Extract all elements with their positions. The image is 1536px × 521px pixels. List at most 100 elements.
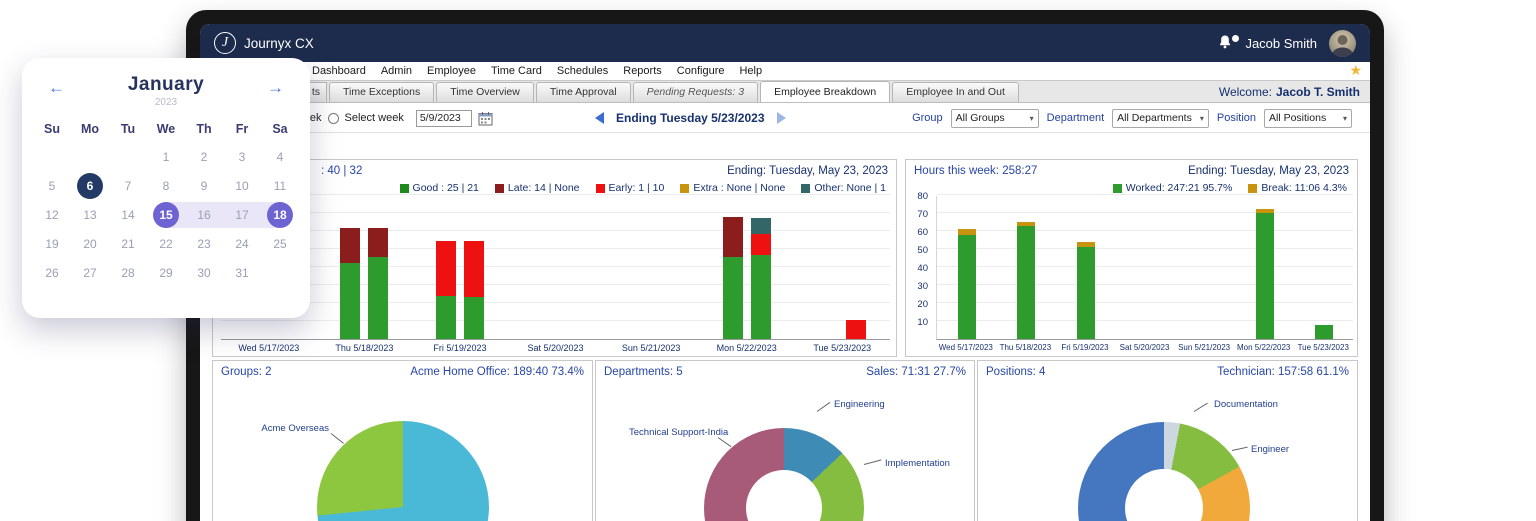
- bar-segment-worked: [957, 234, 976, 339]
- menu-item-configure[interactable]: Configure: [677, 65, 725, 77]
- bar-segment-good: [463, 297, 484, 339]
- menu-item-dashboard[interactable]: Dashboard: [312, 65, 366, 77]
- calendar-day-1[interactable]: 1: [147, 142, 185, 171]
- app-content: J Journyx CX Jacob Smith ★ Dashboard Admi…: [200, 24, 1370, 521]
- x-axis-label: Fri 5/19/2023: [1061, 343, 1109, 352]
- x-axis-label: Sun 5/21/2023: [1178, 343, 1231, 352]
- calendar-day-27[interactable]: 27: [71, 258, 109, 287]
- calendar-day-31[interactable]: 31: [223, 258, 261, 287]
- stage: J Journyx CX Jacob Smith ★ Dashboard Admi…: [0, 0, 1536, 521]
- tab-time-exceptions[interactable]: Time Exceptions: [329, 82, 435, 102]
- previous-week-arrow[interactable]: [595, 112, 604, 124]
- x-axis-label: Tue 5/23/2023: [813, 343, 872, 353]
- calendar-month: January: [127, 74, 205, 95]
- week-date-input[interactable]: 5/9/2023: [415, 109, 472, 127]
- calendar-day-7[interactable]: 7: [109, 171, 147, 200]
- callout-line: [1193, 402, 1208, 412]
- department-filter-select[interactable]: All Departments ▾: [1112, 108, 1209, 128]
- tab-time-overview[interactable]: Time Overview: [436, 82, 534, 102]
- calendar-day-25[interactable]: 25: [261, 229, 299, 258]
- x-axis-label: Tue 5/23/2023: [1297, 343, 1349, 352]
- group-filter-select[interactable]: All Groups ▾: [950, 108, 1039, 128]
- calendar-prev-arrow[interactable]: ←: [48, 78, 65, 98]
- chevron-down-icon: ▾: [1342, 113, 1347, 123]
- hours-plot: [936, 194, 1353, 340]
- gridline: [221, 212, 890, 213]
- positions-donut-chart: [1078, 422, 1250, 521]
- calendar-day-4[interactable]: 4: [261, 142, 299, 171]
- callout-line: [816, 401, 831, 412]
- calendar-day-28[interactable]: 28: [109, 258, 147, 287]
- position-filter-select[interactable]: All Positions ▾: [1264, 108, 1352, 128]
- calendar-day-26[interactable]: 26: [33, 258, 71, 287]
- tab-time-approval[interactable]: Time Approval: [535, 82, 631, 102]
- calendar-day-22[interactable]: 22: [147, 229, 185, 258]
- calendar-day-19[interactable]: 19: [33, 229, 71, 258]
- menu-item-schedules[interactable]: Schedules: [557, 65, 608, 77]
- next-week-arrow[interactable]: [776, 112, 786, 124]
- gridline: [937, 194, 1353, 195]
- y-axis-label: 70: [917, 209, 928, 220]
- brand: J Journyx CX: [214, 32, 314, 54]
- tab-employee-breakdown[interactable]: Employee Breakdown: [760, 81, 891, 102]
- y-axis-label: 80: [917, 191, 928, 202]
- calendar-day-header-sa: Sa: [272, 122, 288, 136]
- calendar-day-30[interactable]: 30: [185, 258, 223, 287]
- calendar-next-arrow[interactable]: →: [267, 78, 284, 98]
- calendar-day-24[interactable]: 24: [223, 229, 261, 258]
- calendar-day-17[interactable]: 17: [223, 200, 261, 229]
- calendar-day-9[interactable]: 9: [185, 171, 223, 200]
- user-area: Jacob Smith: [1217, 29, 1356, 57]
- menu-item-reports[interactable]: Reports: [623, 65, 662, 77]
- legend-item: Worked: 247:21 95.7%: [1112, 182, 1232, 194]
- gridline: [937, 230, 1353, 231]
- bar-segment-break: [957, 229, 976, 235]
- filters: Group All Groups ▾ Department All Departm…: [912, 103, 1352, 133]
- calendar-day-5[interactable]: 5: [33, 171, 71, 200]
- calendar-day-14[interactable]: 14: [109, 200, 147, 229]
- menu-item-help[interactable]: Help: [739, 65, 762, 77]
- calendar-day-12[interactable]: 12: [33, 200, 71, 229]
- menu-item-time-card[interactable]: Time Card: [491, 65, 542, 77]
- gridline: [221, 302, 890, 303]
- calendar-day-15[interactable]: 15: [147, 200, 185, 229]
- favorites-star-icon[interactable]: ★: [1349, 62, 1362, 79]
- select-week-radio[interactable]: [327, 112, 339, 124]
- calendar-day-13[interactable]: 13: [71, 200, 109, 229]
- y-axis-label: 40: [917, 263, 928, 274]
- hours-ending-date: Ending: Tuesday, May 23, 2023: [1188, 165, 1349, 177]
- attendance-title: : 40 | 32: [321, 165, 363, 177]
- calendar-day-6[interactable]: 6: [71, 171, 109, 200]
- calendar-day-10[interactable]: 10: [223, 171, 261, 200]
- bar-segment-worked: [1017, 225, 1036, 339]
- calendar-day-20[interactable]: 20: [71, 229, 109, 258]
- calendar-year: 2023: [154, 97, 178, 108]
- gridline: [221, 230, 890, 231]
- bell-icon[interactable]: [1217, 34, 1240, 52]
- groups-top-value: Acme Home Office: 189:40 73.4%: [410, 366, 584, 378]
- calendar-day-16[interactable]: 16: [185, 200, 223, 229]
- tab-employee-in-and-out[interactable]: Employee In and Out: [892, 82, 1019, 102]
- legend-item: Late: 14 | None: [494, 182, 580, 194]
- legend-item: Other: None | 1: [801, 182, 886, 194]
- calendar-day-21[interactable]: 21: [109, 229, 147, 258]
- calendar-day-18[interactable]: 18: [261, 200, 299, 229]
- calendar-day-29[interactable]: 29: [147, 258, 185, 287]
- position-filter-label: Position: [1216, 112, 1256, 124]
- calendar-grid: Su Mo Tu We Th Fr Sa 1 2 3 4 5 6 7 8 9 10 11 12 13 14 15 16 17 1…: [22, 108, 310, 287]
- avatar[interactable]: [1329, 29, 1356, 57]
- calendar-day-23[interactable]: 23: [185, 229, 223, 258]
- calendar-day-2[interactable]: 2: [185, 142, 223, 171]
- menu-item-employee[interactable]: Employee: [427, 65, 476, 77]
- bar-segment-worked: [1315, 324, 1334, 339]
- calendar-day-8[interactable]: 8: [147, 171, 185, 200]
- pie-label-technical-support-india: Technical Support-India: [629, 427, 729, 438]
- menu-item-admin[interactable]: Admin: [381, 65, 412, 77]
- calendar-day-11[interactable]: 11: [261, 171, 299, 200]
- group-filter-label: Group: [912, 112, 943, 124]
- calendar-picker-icon[interactable]: [478, 111, 493, 126]
- tab-pending-requests-3[interactable]: Pending Requests: 3: [632, 82, 759, 102]
- gridline: [937, 302, 1353, 303]
- calendar-day-3[interactable]: 3: [223, 142, 261, 171]
- departments-pie-panel: Departments: 5 Sales: 71:31 27.7% Engine…: [595, 360, 975, 521]
